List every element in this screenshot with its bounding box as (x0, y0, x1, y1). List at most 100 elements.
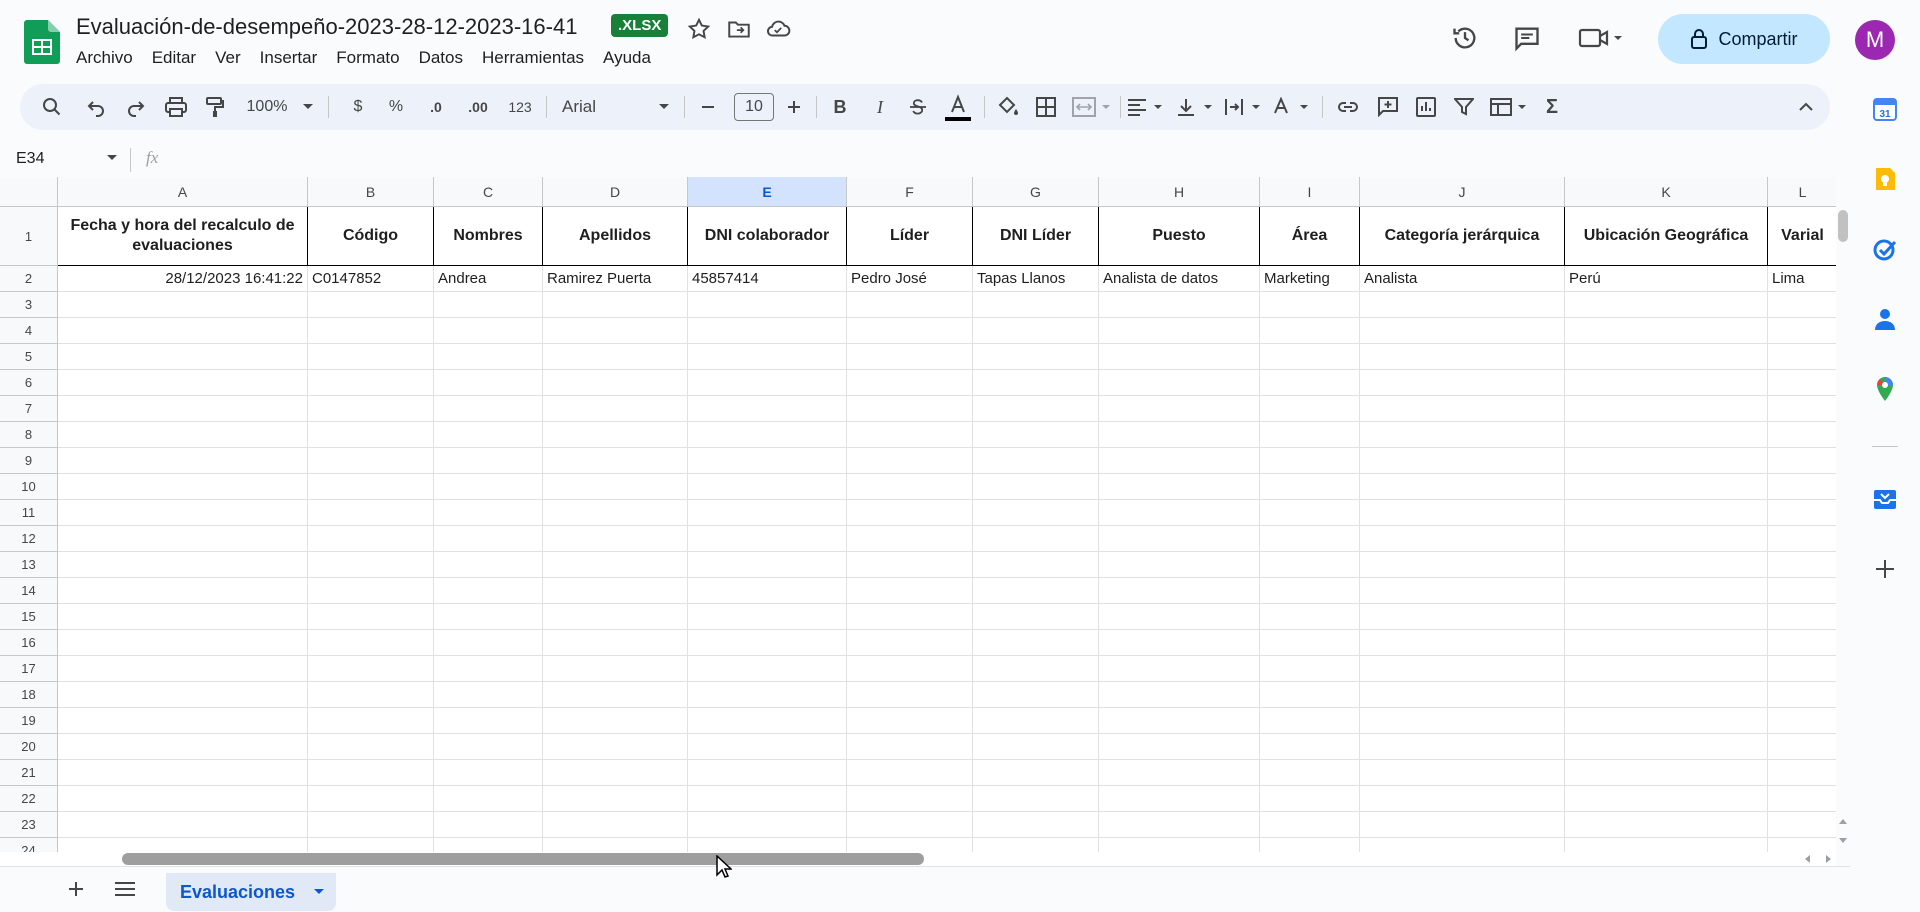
empty-cell[interactable] (1360, 500, 1565, 526)
empty-cell[interactable] (1260, 552, 1360, 578)
font-family-select[interactable]: Arial (562, 84, 652, 130)
zoom-select[interactable]: 100% (242, 84, 292, 130)
empty-cell[interactable] (58, 344, 308, 370)
fill-color-icon[interactable] (992, 84, 1024, 130)
empty-cell[interactable] (308, 526, 434, 552)
merge-cells-icon[interactable] (1070, 84, 1118, 130)
empty-cell[interactable] (973, 578, 1099, 604)
empty-cell[interactable] (1768, 630, 1836, 656)
empty-cell[interactable] (1260, 344, 1360, 370)
empty-cell[interactable] (58, 734, 308, 760)
empty-cell[interactable] (58, 292, 308, 318)
menu-ver[interactable]: Ver (215, 48, 251, 68)
star-icon[interactable] (686, 16, 712, 42)
filter-views-icon[interactable] (1486, 84, 1534, 130)
empty-cell[interactable] (1768, 370, 1836, 396)
empty-cell[interactable] (434, 682, 543, 708)
row-header-15[interactable]: 15 (0, 604, 58, 630)
empty-cell[interactable] (434, 812, 543, 838)
empty-cell[interactable] (847, 682, 973, 708)
empty-cell[interactable] (58, 500, 308, 526)
currency-format-button[interactable]: $ (346, 84, 370, 130)
empty-cell[interactable] (58, 682, 308, 708)
empty-cell[interactable] (688, 578, 847, 604)
empty-cell[interactable] (58, 370, 308, 396)
maps-icon[interactable] (1872, 376, 1898, 402)
empty-cell[interactable] (58, 708, 308, 734)
empty-cell[interactable] (1360, 422, 1565, 448)
empty-cell[interactable] (1260, 370, 1360, 396)
empty-cell[interactable] (1360, 812, 1565, 838)
empty-cell[interactable] (1565, 604, 1768, 630)
empty-cell[interactable] (434, 422, 543, 448)
empty-cell[interactable] (1768, 318, 1836, 344)
empty-cell[interactable] (688, 474, 847, 500)
empty-cell[interactable] (543, 448, 688, 474)
empty-cell[interactable] (1099, 292, 1260, 318)
empty-cell[interactable] (58, 838, 308, 852)
empty-cell[interactable] (1768, 474, 1836, 500)
empty-cell[interactable] (688, 448, 847, 474)
empty-cell[interactable] (847, 760, 973, 786)
empty-cell[interactable] (543, 734, 688, 760)
add-icon[interactable] (1872, 556, 1898, 582)
empty-cell[interactable] (1360, 786, 1565, 812)
empty-cell[interactable] (1099, 500, 1260, 526)
header-cell-l[interactable]: Varial (1768, 207, 1836, 266)
table-cell-c2[interactable]: Andrea (434, 266, 543, 292)
empty-cell[interactable] (847, 292, 973, 318)
empty-cell[interactable] (1768, 838, 1836, 852)
row-header-23[interactable]: 23 (0, 812, 58, 838)
table-cell-j2[interactable]: Analista (1360, 266, 1565, 292)
empty-cell[interactable] (434, 786, 543, 812)
empty-cell[interactable] (1565, 786, 1768, 812)
empty-cell[interactable] (58, 760, 308, 786)
empty-cell[interactable] (543, 500, 688, 526)
empty-cell[interactable] (1099, 370, 1260, 396)
empty-cell[interactable] (1360, 474, 1565, 500)
table-cell-f2[interactable]: Pedro José (847, 266, 973, 292)
empty-cell[interactable] (847, 656, 973, 682)
empty-cell[interactable] (1260, 422, 1360, 448)
row-header-1[interactable]: 1 (0, 207, 58, 266)
empty-cell[interactable] (308, 630, 434, 656)
empty-cell[interactable] (434, 396, 543, 422)
insert-link-icon[interactable] (1334, 84, 1362, 130)
row-header-19[interactable]: 19 (0, 708, 58, 734)
empty-cell[interactable] (58, 422, 308, 448)
empty-cell[interactable] (973, 500, 1099, 526)
empty-cell[interactable] (1099, 526, 1260, 552)
empty-cell[interactable] (1360, 760, 1565, 786)
empty-cell[interactable] (973, 630, 1099, 656)
all-sheets-icon[interactable] (114, 880, 136, 898)
row-header-5[interactable]: 5 (0, 344, 58, 370)
menu-archivo[interactable]: Archivo (76, 48, 143, 68)
empty-cell[interactable] (58, 526, 308, 552)
empty-cell[interactable] (1768, 448, 1836, 474)
table-cell-h2[interactable]: Analista de datos (1099, 266, 1260, 292)
empty-cell[interactable] (1360, 604, 1565, 630)
empty-cell[interactable] (973, 786, 1099, 812)
empty-cell[interactable] (308, 838, 434, 852)
empty-cell[interactable] (1768, 656, 1836, 682)
table-cell-i2[interactable]: Marketing (1260, 266, 1360, 292)
table-cell-g2[interactable]: Tapas Llanos (973, 266, 1099, 292)
empty-cell[interactable] (688, 786, 847, 812)
empty-cell[interactable] (1360, 630, 1565, 656)
document-title[interactable]: Evaluación-de-desempeño-2023-28-12-2023-… (76, 14, 577, 40)
empty-cell[interactable] (58, 578, 308, 604)
empty-cell[interactable] (308, 552, 434, 578)
empty-cell[interactable] (58, 786, 308, 812)
empty-cell[interactable] (543, 292, 688, 318)
empty-cell[interactable] (543, 682, 688, 708)
empty-cell[interactable] (543, 630, 688, 656)
row-header-24[interactable]: 24 (0, 838, 58, 852)
row-header-13[interactable]: 13 (0, 552, 58, 578)
empty-cell[interactable] (688, 344, 847, 370)
print-icon[interactable] (162, 84, 190, 130)
empty-cell[interactable] (1260, 838, 1360, 852)
empty-cell[interactable] (973, 474, 1099, 500)
redo-icon[interactable] (122, 84, 150, 130)
meet-video-icon[interactable] (1578, 24, 1626, 52)
empty-cell[interactable] (58, 318, 308, 344)
